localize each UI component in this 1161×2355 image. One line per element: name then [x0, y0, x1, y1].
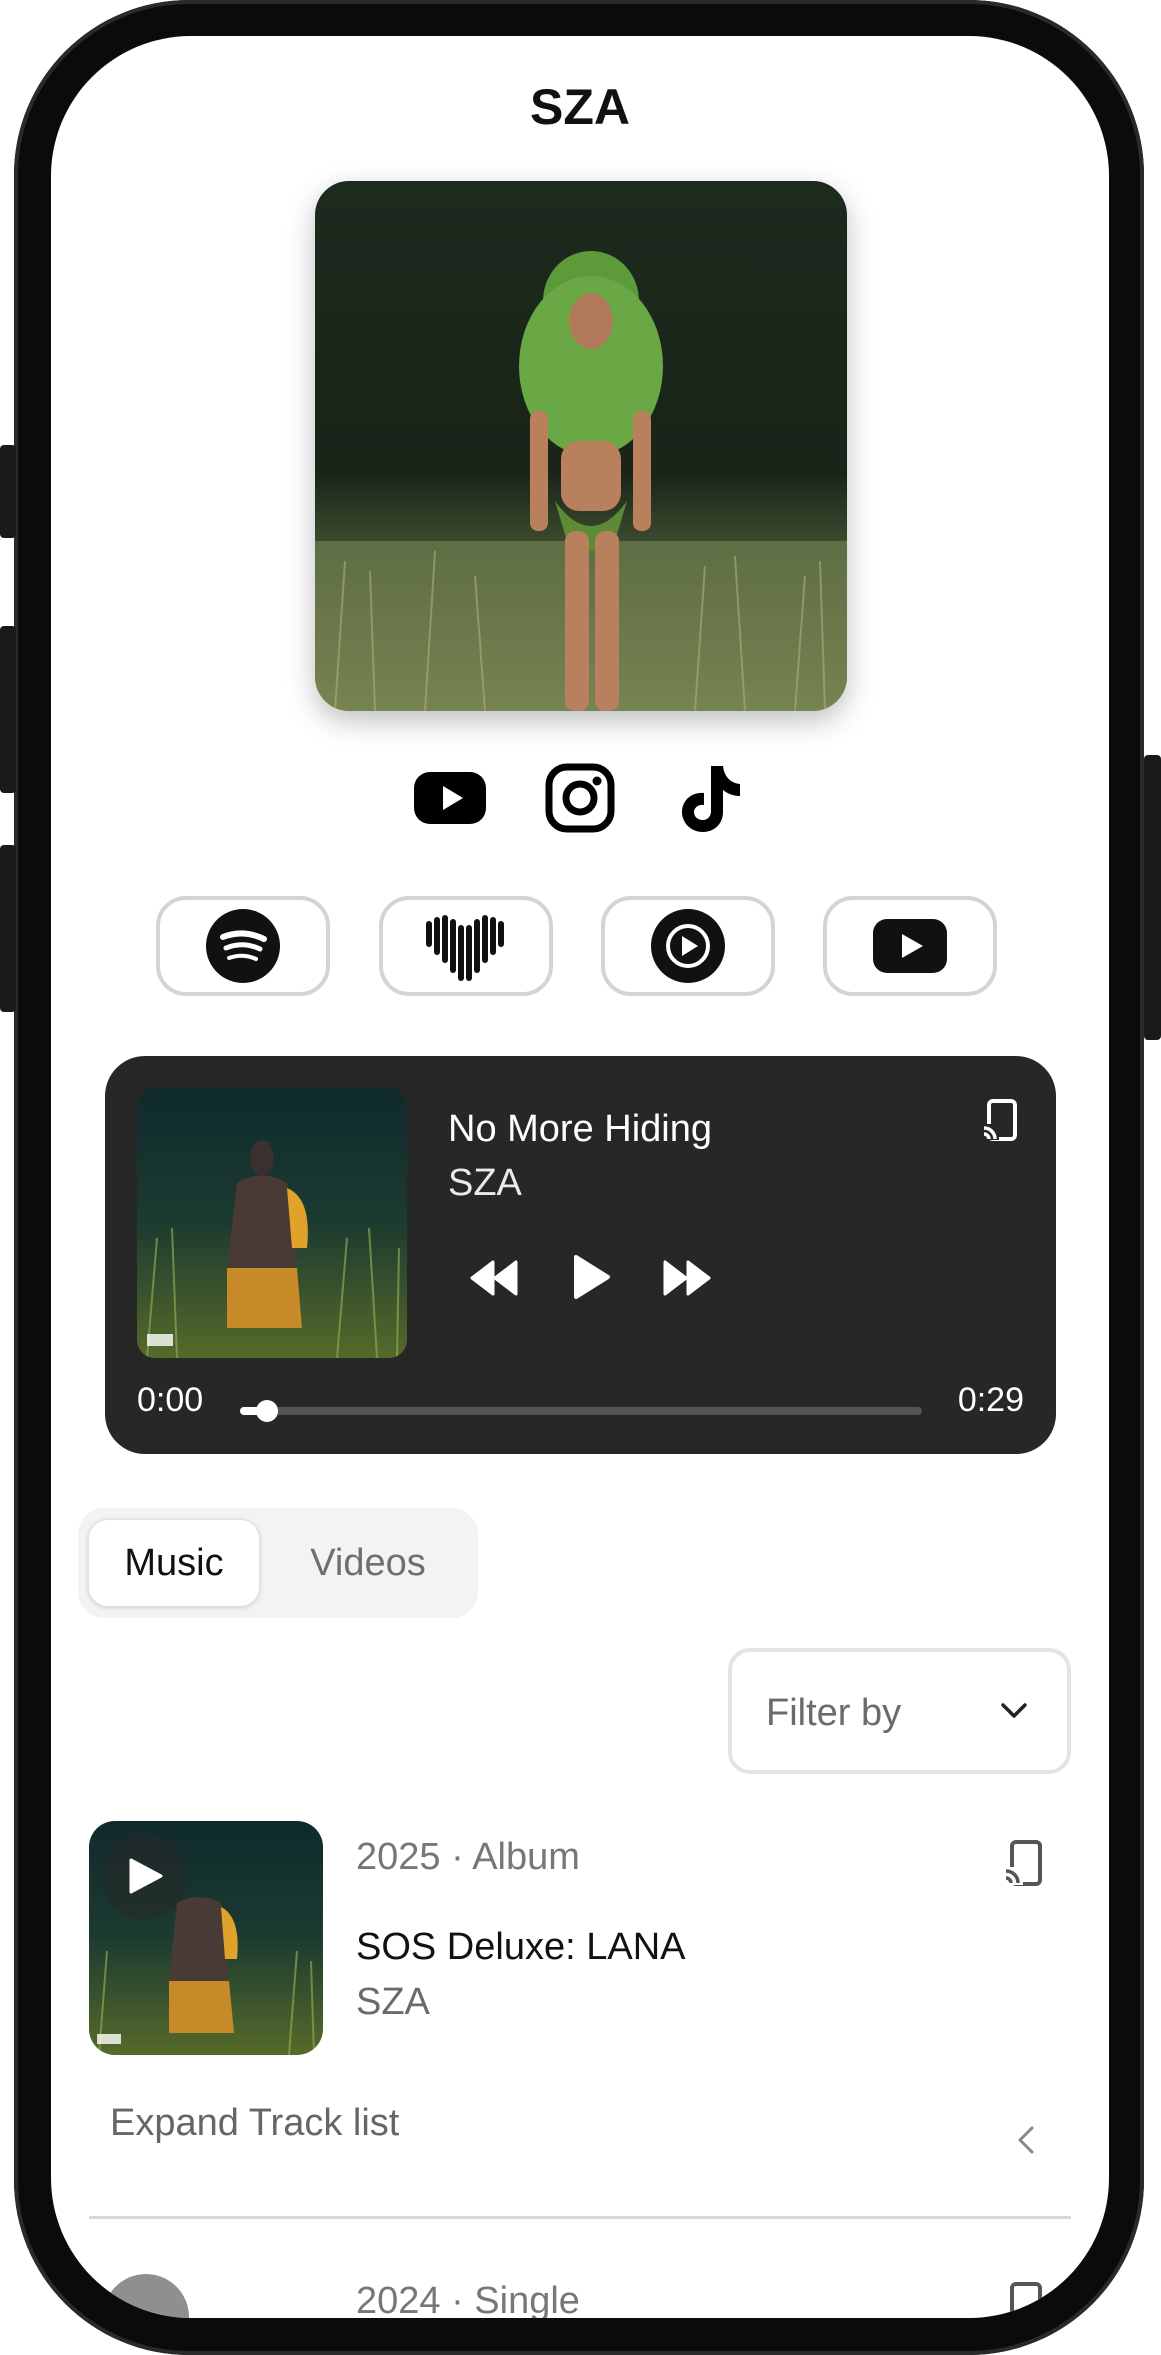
- release-artist: SZA: [356, 1981, 430, 2023]
- release-title[interactable]: SOS Deluxe: LANA: [356, 1926, 685, 1969]
- release-album-art[interactable]: [89, 1821, 323, 2055]
- media-tabs: Music Videos: [78, 1508, 478, 1618]
- tab-videos[interactable]: Videos: [268, 1519, 468, 1607]
- spotify-icon: [206, 909, 280, 983]
- instagram-icon[interactable]: [544, 762, 616, 834]
- progress-slider[interactable]: [240, 1400, 922, 1422]
- phone-volume-up-button: [0, 626, 16, 793]
- chevron-left-icon[interactable]: [1017, 2125, 1035, 2155]
- screen: SZA No More Hiding SZA 0:00 0:29 Music V…: [51, 36, 1109, 2318]
- youtube-button[interactable]: [823, 896, 997, 996]
- youtube-icon: [873, 919, 947, 973]
- release-cast-button[interactable]: [1003, 2281, 1045, 2318]
- phone-volume-down-button: [0, 845, 16, 1012]
- release-cast-button[interactable]: [1003, 1839, 1045, 1887]
- play-icon: [129, 1858, 163, 1894]
- cast-button[interactable]: [981, 1098, 1021, 1142]
- expand-track-list[interactable]: Expand Track list: [110, 2102, 399, 2145]
- release-meta: 2024 · Single: [356, 2280, 580, 2318]
- phone-power-button: [1144, 755, 1161, 1040]
- release-play-button[interactable]: [103, 2274, 189, 2318]
- tab-music[interactable]: Music: [88, 1519, 260, 1607]
- filter-dropdown[interactable]: Filter by: [728, 1648, 1071, 1774]
- youtube-music-icon: [651, 909, 725, 983]
- rewind-button[interactable]: [470, 1259, 518, 1297]
- deezer-button[interactable]: [379, 896, 553, 996]
- chevron-down-icon: [1001, 1703, 1027, 1718]
- spotify-button[interactable]: [156, 896, 330, 996]
- artist-title: SZA: [530, 79, 630, 135]
- youtube-icon[interactable]: [414, 762, 486, 834]
- deezer-icon: [426, 915, 504, 981]
- phone-side-button: [0, 445, 16, 538]
- filter-label: Filter by: [766, 1692, 902, 1734]
- progress-thumb[interactable]: [256, 1400, 279, 1422]
- release-meta: 2025 · Album: [356, 1836, 580, 1878]
- tiktok-icon[interactable]: [673, 762, 745, 834]
- player-track-title: No More Hiding: [448, 1108, 712, 1150]
- audio-player: No More Hiding SZA 0:00 0:29: [105, 1056, 1056, 1454]
- current-time: 0:00: [137, 1381, 204, 1419]
- player-album-art: [137, 1088, 407, 1358]
- cast-icon: [1010, 2282, 1042, 2318]
- divider: [89, 2216, 1071, 2219]
- play-icon: [574, 1255, 610, 1299]
- fast-forward-icon: [663, 1260, 711, 1296]
- cast-icon: [1005, 1840, 1042, 1886]
- artist-photo: [315, 181, 847, 711]
- release-play-button[interactable]: [101, 1833, 187, 1919]
- duration: 0:29: [957, 1381, 1024, 1419]
- fast-forward-button[interactable]: [663, 1259, 711, 1297]
- rewind-icon: [470, 1260, 518, 1296]
- cast-icon: [983, 1099, 1017, 1141]
- player-track-artist: SZA: [448, 1162, 522, 1204]
- youtube-music-button[interactable]: [601, 896, 775, 996]
- play-button[interactable]: [572, 1254, 612, 1300]
